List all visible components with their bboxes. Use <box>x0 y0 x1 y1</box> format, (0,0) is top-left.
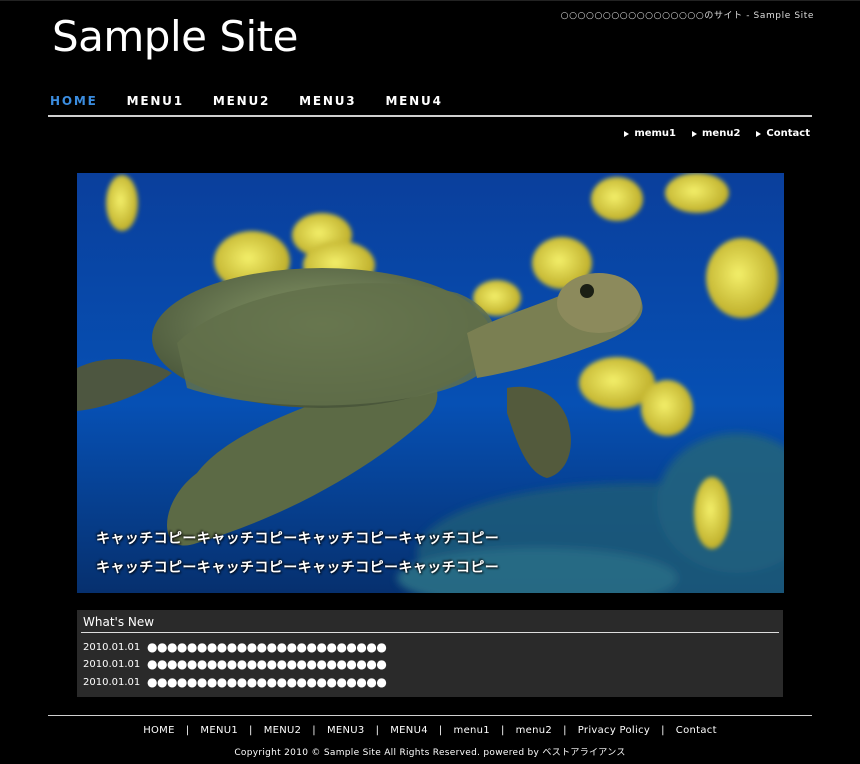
global-nav: HOME MENU1 MENU2 MENU3 MENU4 <box>50 94 472 108</box>
site-tagline: ○○○○○○○○○○○○○○○○○のサイト - Sample Site <box>560 11 814 21</box>
nav-divider <box>48 115 812 117</box>
whats-new-panel: What's New 2010.01.01 ●●●●●●●●●●●●●●●●●●… <box>77 610 783 697</box>
subnav-item-contact[interactable]: Contact <box>756 128 810 139</box>
nav-menu4[interactable]: MENU4 <box>385 94 442 108</box>
sub-nav: memu1 menu2 Contact <box>624 128 810 139</box>
footer-separator: | <box>312 725 316 736</box>
news-date: 2010.01.01 <box>83 676 141 688</box>
nav-menu3[interactable]: MENU3 <box>299 94 356 108</box>
site-logo[interactable]: Sample Site <box>52 13 298 60</box>
footer-separator: | <box>185 725 190 736</box>
footer-link-menu2[interactable]: MENU2 <box>264 725 302 736</box>
hero-image: キャッチコピーキャッチコピーキャッチコピーキャッチコピー キャッチコピーキャッチ… <box>77 173 784 593</box>
top-border <box>0 0 860 1</box>
footer-separator: | <box>500 725 505 736</box>
news-text: ●●●●●●●●●●●●●●●●●●●●●●●● <box>147 640 387 654</box>
news-text: ●●●●●●●●●●●●●●●●●●●●●●●● <box>147 657 387 671</box>
footer-nav: HOME | MENU1 | MENU2 | MENU3 | MENU4 | m… <box>0 725 860 736</box>
subnav-label: menu2 <box>702 128 741 139</box>
footer-link-contact[interactable]: Contact <box>676 725 717 736</box>
nav-menu1[interactable]: MENU1 <box>127 94 184 108</box>
news-item[interactable]: 2010.01.01 ●●●●●●●●●●●●●●●●●●●●●●●● <box>83 640 387 654</box>
news-title: What's New <box>83 615 155 629</box>
footer-separator: | <box>563 725 567 736</box>
arrow-right-icon <box>692 130 698 137</box>
footer-divider <box>48 715 812 716</box>
footer-link-home[interactable]: HOME <box>143 725 175 736</box>
news-item[interactable]: 2010.01.01 ●●●●●●●●●●●●●●●●●●●●●●●● <box>83 657 387 671</box>
nav-menu2[interactable]: MENU2 <box>213 94 270 108</box>
arrow-right-icon <box>756 130 762 137</box>
catch-copy-line-1: キャッチコピーキャッチコピーキャッチコピーキャッチコピー <box>96 531 500 547</box>
subnav-item-memu1[interactable]: memu1 <box>624 128 676 139</box>
footer-link-privacy-policy[interactable]: Privacy Policy <box>578 725 650 736</box>
footer-separator: | <box>661 725 665 736</box>
subnav-label: Contact <box>766 128 810 139</box>
nav-home[interactable]: HOME <box>50 94 98 108</box>
news-date: 2010.01.01 <box>83 658 141 670</box>
news-item[interactable]: 2010.01.01 ●●●●●●●●●●●●●●●●●●●●●●●● <box>83 675 387 689</box>
copyright: Copyright 2010 © Sample Site All Rights … <box>234 748 626 758</box>
footer-separator: | <box>438 725 443 736</box>
footer-separator: | <box>375 725 380 736</box>
footer-link-menu1[interactable]: MENU1 <box>200 725 238 736</box>
catch-copy-line-2: キャッチコピーキャッチコピーキャッチコピーキャッチコピー <box>96 560 500 576</box>
footer-link-menu1-lower[interactable]: menu1 <box>454 725 490 736</box>
news-date: 2010.01.01 <box>83 641 141 653</box>
footer-link-menu3[interactable]: MENU3 <box>327 725 365 736</box>
footer-link-menu4[interactable]: MENU4 <box>390 725 428 736</box>
arrow-right-icon <box>624 130 630 137</box>
footer-separator: | <box>249 725 253 736</box>
subnav-item-menu2[interactable]: menu2 <box>692 128 740 139</box>
subnav-label: memu1 <box>634 128 677 139</box>
news-divider <box>81 632 779 633</box>
news-text: ●●●●●●●●●●●●●●●●●●●●●●●● <box>147 675 387 689</box>
footer-link-menu2-lower[interactable]: menu2 <box>516 725 552 736</box>
